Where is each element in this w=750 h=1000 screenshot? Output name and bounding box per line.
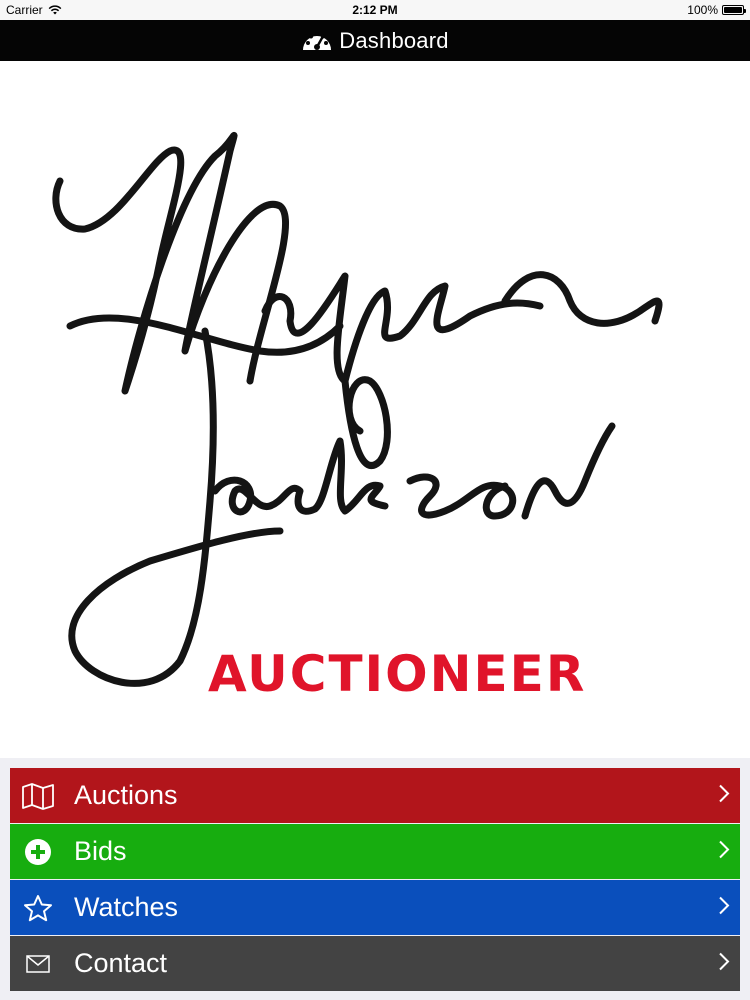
status-time: 2:12 PM [352,3,398,17]
menu-item-auctions[interactable]: Auctions [10,768,740,823]
menu-item-label: Bids [74,836,127,866]
status-bar: Carrier 2:12 PM 100% [0,0,750,20]
chevron-right-icon [718,839,730,864]
battery-percent: 100% [687,3,718,17]
logo-tagline: AUCTIONEER [208,645,587,703]
chevron-right-icon [718,783,730,808]
status-right: 100% [687,0,746,20]
navigation-bar: Dashboard [0,20,750,61]
menu-item-contact[interactable]: Contact [10,936,740,991]
plus-circle-icon [20,837,56,867]
map-icon [20,781,56,811]
page-title: Dashboard [339,27,449,53]
chevron-right-icon [718,895,730,920]
logo-area: AUCTIONEER [0,61,750,758]
chevron-right-icon [718,951,730,976]
star-icon [20,893,56,923]
menu-item-watches[interactable]: Watches [10,880,740,935]
dashboard-gauge-icon [301,28,333,54]
menu-item-label: Auctions [74,780,178,810]
menu-item-label: Contact [74,948,168,978]
battery-icon [722,5,746,15]
dashboard-menu: Auctions Bids Watches Contact [0,758,750,1000]
envelope-icon [20,949,56,979]
menu-item-label: Watches [74,892,179,922]
menu-item-bids[interactable]: Bids [10,824,740,879]
